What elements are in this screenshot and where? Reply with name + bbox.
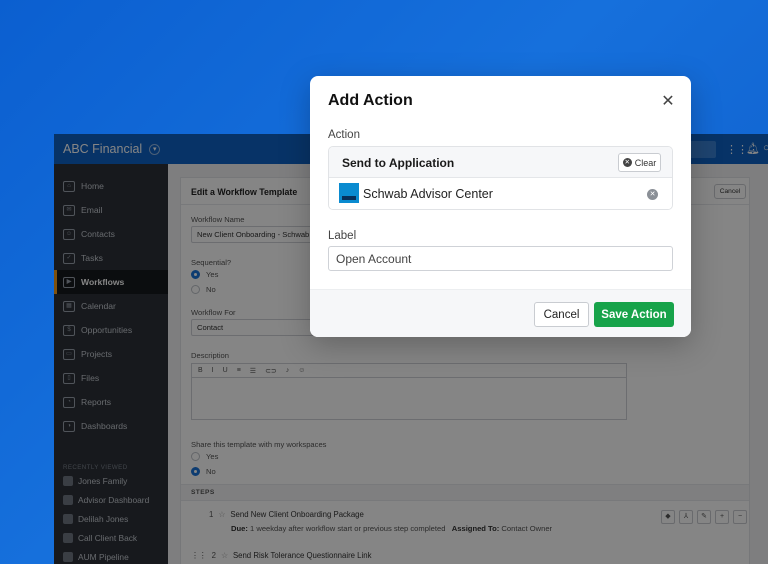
save-action-button[interactable]: Save Action — [594, 302, 674, 327]
modal-title: Add Action — [328, 92, 413, 109]
remove-application-icon[interactable]: ✕ — [647, 189, 658, 200]
action-name: Send to Application — [342, 156, 455, 170]
modal-footer: Cancel Save Action — [310, 289, 691, 337]
selected-application: Schwab Advisor Center ✕ — [329, 178, 672, 209]
schwab-logo-icon — [339, 183, 359, 203]
action-label: Action — [328, 129, 360, 141]
clear-icon: ✕ — [622, 158, 632, 167]
clear-button[interactable]: ✕ Clear — [618, 153, 661, 172]
cancel-button[interactable]: Cancel — [534, 302, 589, 327]
close-icon[interactable]: ✕ — [659, 93, 677, 111]
clear-label: Clear — [634, 157, 657, 168]
action-box: Send to Application ✕ Clear Schwab Advis… — [328, 146, 673, 210]
label-input[interactable] — [328, 246, 673, 271]
label-field-label: Label — [328, 230, 357, 242]
application-name: Schwab Advisor Center — [363, 187, 493, 201]
add-action-modal: Add Action ✕ Action Send to Application … — [310, 76, 691, 337]
action-header: Send to Application ✕ Clear — [329, 147, 672, 178]
